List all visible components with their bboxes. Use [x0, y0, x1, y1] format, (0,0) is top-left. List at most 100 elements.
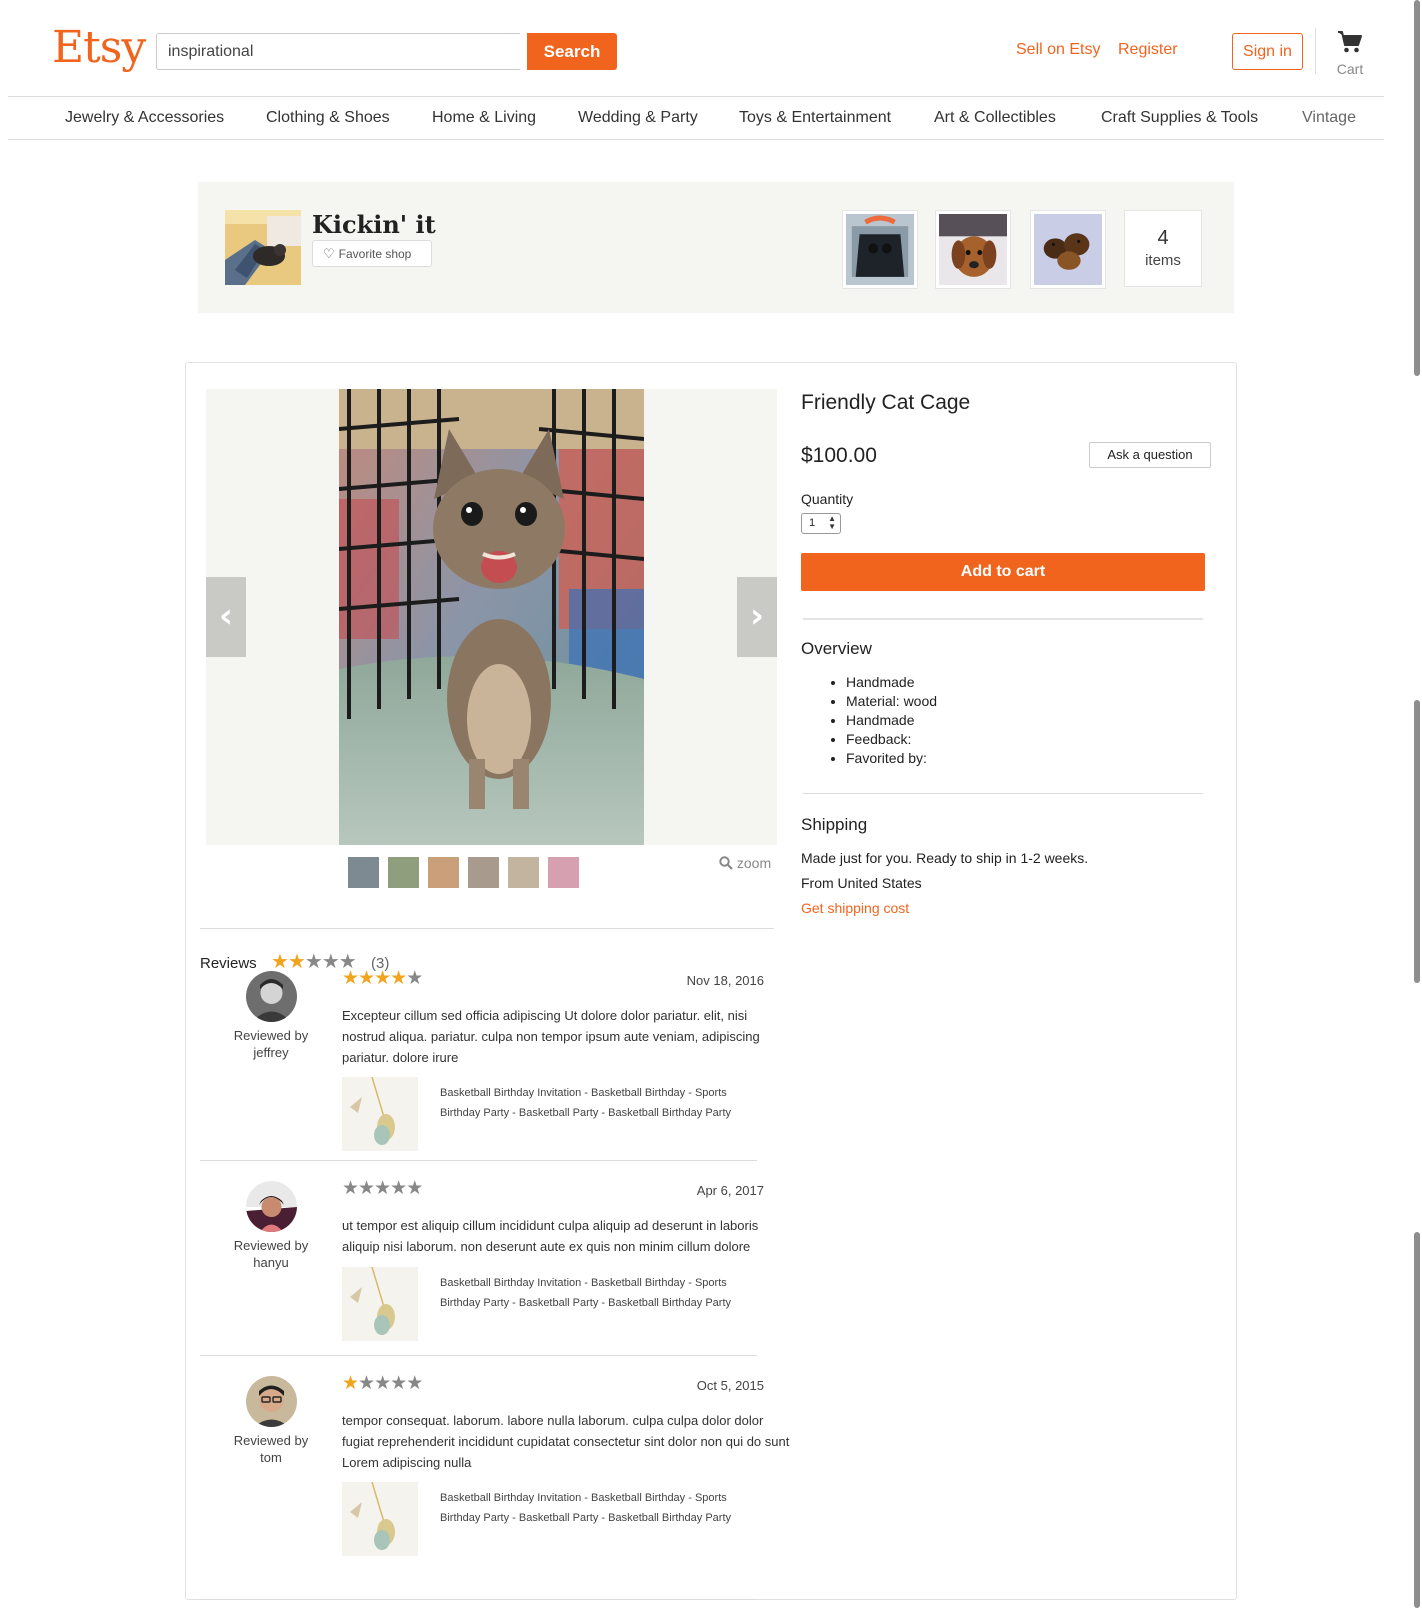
- zoom-label: zoom: [736, 855, 772, 871]
- shipping-ready-text: Made just for you. Ready to ship in 1-2 …: [801, 850, 1089, 866]
- cart-button[interactable]: Cart: [1330, 30, 1370, 77]
- sign-in-button[interactable]: Sign in: [1232, 33, 1303, 70]
- overview-item: Handmade: [846, 711, 937, 730]
- image-thumb[interactable]: [548, 857, 579, 888]
- review-divider: [200, 1355, 757, 1356]
- overview-divider: [803, 793, 1203, 794]
- reviewer-name-block: Reviewed by hanyu: [200, 1237, 342, 1271]
- star-icon: ★: [342, 1373, 359, 1394]
- listing-photo[interactable]: [339, 389, 644, 845]
- shop-item-thumb[interactable]: [842, 210, 918, 289]
- reviewer-name[interactable]: tom: [260, 1450, 282, 1465]
- listing-price: $100.00: [801, 444, 877, 467]
- category-home[interactable]: Home & Living: [432, 109, 536, 127]
- star-icon: ★: [406, 1178, 423, 1199]
- add-to-cart-button[interactable]: Add to cart: [801, 553, 1205, 591]
- reviewed-product-image[interactable]: [342, 1266, 418, 1341]
- image-thumb[interactable]: [468, 857, 499, 888]
- category-vintage[interactable]: Vintage: [1302, 109, 1356, 127]
- star-icon: ★: [406, 968, 423, 989]
- category-wedding[interactable]: Wedding & Party: [578, 109, 698, 127]
- image-thumb[interactable]: [348, 857, 379, 888]
- zoom-button[interactable]: zoom: [719, 855, 771, 871]
- reviewed-product-image[interactable]: [342, 1076, 418, 1151]
- overview-item: Handmade: [846, 673, 937, 692]
- scrollbar-thumb[interactable]: [1414, 700, 1420, 983]
- etsy-logo[interactable]: Etsy: [52, 26, 146, 70]
- image-thumb[interactable]: [388, 857, 419, 888]
- reviewer-name[interactable]: jeffrey: [253, 1045, 288, 1060]
- image-thumb[interactable]: [508, 857, 539, 888]
- reviewer-name[interactable]: hanyu: [253, 1255, 288, 1270]
- register-link[interactable]: Register: [1118, 41, 1178, 59]
- star-icon: ★: [406, 1373, 423, 1394]
- reviewed-product-title[interactable]: Basketball Birthday Invitation - Basketb…: [440, 1488, 760, 1528]
- shop-avatar[interactable]: [225, 210, 301, 285]
- shop-items-count[interactable]: 4 items: [1124, 210, 1202, 287]
- reviewer-avatar[interactable]: [246, 971, 297, 1022]
- scrollbar-thumb[interactable]: [1414, 0, 1420, 376]
- next-image-button[interactable]: ›: [737, 577, 777, 657]
- shop-item-thumb[interactable]: [1030, 210, 1106, 289]
- ask-question-button[interactable]: Ask a question: [1089, 442, 1211, 468]
- star-icon: ★: [374, 968, 391, 989]
- quantity-value: 1: [809, 517, 816, 529]
- review-text: ut tempor est aliquip cillum incididunt …: [342, 1218, 759, 1254]
- gallery-divider: [200, 928, 774, 929]
- reviewed-product-title[interactable]: Basketball Birthday Invitation - Basketb…: [440, 1083, 760, 1123]
- star-icon: ★: [304, 951, 323, 973]
- favorite-shop-label: Favorite shop: [338, 247, 412, 261]
- star-icon: ★: [342, 1178, 359, 1199]
- shop-item-thumb[interactable]: [935, 210, 1011, 289]
- reviewed-by-label: Reviewed by: [233, 1238, 309, 1253]
- star-icon: ★: [390, 968, 407, 989]
- reviewer-name-block: Reviewed by tom: [200, 1432, 342, 1466]
- prev-image-button[interactable]: ‹: [206, 577, 246, 657]
- reviewer-name-block: Reviewed by jeffrey: [200, 1027, 342, 1061]
- shipping-origin-text: From United States: [801, 875, 922, 891]
- site-header: Etsy Search Sell on Etsy Register Sign i…: [8, 0, 1384, 97]
- search-button[interactable]: Search: [527, 33, 617, 70]
- info-divider: [803, 618, 1203, 620]
- reviewer-avatar[interactable]: [246, 1376, 297, 1427]
- favorite-shop-button[interactable]: ♡ Favorite shop: [312, 240, 432, 267]
- category-clothing[interactable]: Clothing & Shoes: [266, 109, 390, 127]
- overview-item: Material: wood: [846, 692, 937, 711]
- image-thumb[interactable]: [428, 857, 459, 888]
- reviewed-by-label: Reviewed by: [233, 1433, 309, 1448]
- scrollbar-thumb[interactable]: [1414, 1232, 1420, 1608]
- cart-icon: [1338, 31, 1362, 53]
- search-input[interactable]: [156, 33, 520, 70]
- chevron-right-icon: ›: [749, 596, 764, 636]
- header-divider: [1315, 28, 1316, 74]
- reviewed-product-title[interactable]: Basketball Birthday Invitation - Basketb…: [440, 1273, 760, 1313]
- spinner-icon: ▲ ▼: [828, 514, 836, 531]
- review-text: Excepteur cillum sed officia adipiscing …: [342, 1008, 760, 1065]
- shipping-cost-link[interactable]: Get shipping cost: [801, 900, 909, 916]
- category-toys[interactable]: Toys & Entertainment: [739, 109, 891, 127]
- review-rating-stars: ★★★★★: [342, 1372, 423, 1395]
- star-icon: ★: [390, 1178, 407, 1199]
- star-icon: ★: [374, 1373, 391, 1394]
- review-date: Apr 6, 2017: [696, 1183, 764, 1198]
- shop-name[interactable]: Kickin' it: [312, 210, 436, 239]
- review-rating-stars: ★★★★★: [342, 1177, 423, 1200]
- page-scrollbar[interactable]: [1411, 0, 1422, 1608]
- star-icon: ★: [358, 968, 375, 989]
- category-art[interactable]: Art & Collectibles: [934, 109, 1056, 127]
- quantity-select[interactable]: 1 ▲ ▼: [801, 513, 841, 534]
- overview-list: Handmade Material: wood Handmade Feedbac…: [846, 673, 937, 768]
- category-craft[interactable]: Craft Supplies & Tools: [1101, 109, 1258, 127]
- star-icon: ★: [358, 1373, 375, 1394]
- sell-on-etsy-link[interactable]: Sell on Etsy: [1016, 41, 1100, 59]
- reviewer-avatar[interactable]: [246, 1181, 297, 1232]
- image-gallery: ‹ ›: [206, 389, 777, 845]
- quantity-label: Quantity: [801, 491, 854, 507]
- star-icon: ★: [271, 951, 289, 973]
- category-jewelry[interactable]: Jewelry & Accessories: [65, 109, 224, 127]
- chevron-left-icon: ‹: [218, 596, 233, 636]
- reviewed-product-image[interactable]: [342, 1481, 418, 1556]
- review-divider: [200, 1599, 757, 1600]
- listing-title: Friendly Cat Cage: [801, 391, 971, 414]
- star-icon: ★: [358, 1178, 375, 1199]
